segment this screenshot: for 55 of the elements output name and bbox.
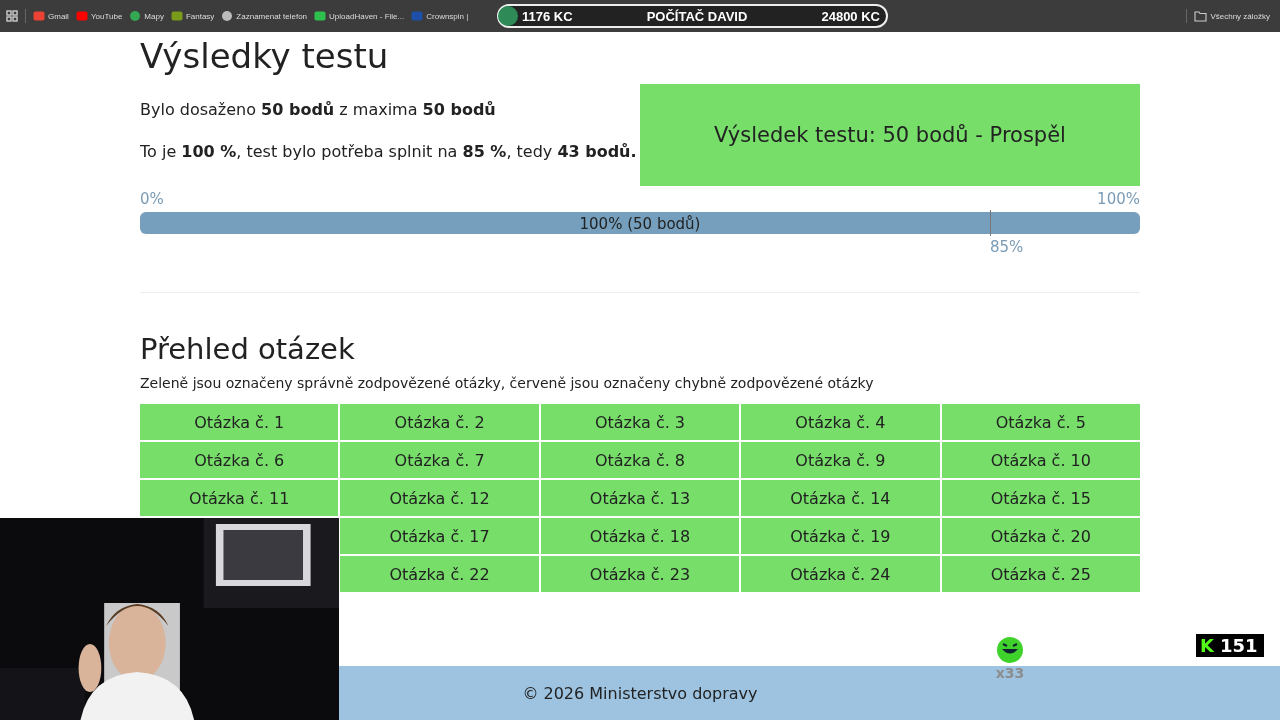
folder-icon bbox=[1194, 10, 1208, 22]
result-banner: Výsledek testu: 50 bodů - Prospěl bbox=[640, 84, 1140, 186]
question-link[interactable]: Otázka č. 19 bbox=[741, 518, 940, 554]
player-name: POČÍTAČ DAVID bbox=[645, 8, 749, 24]
question-link[interactable]: Otázka č. 6 bbox=[140, 442, 339, 478]
question-link[interactable]: Otázka č. 13 bbox=[540, 480, 740, 516]
bookmark-link[interactable]: Crownspin | bbox=[411, 10, 469, 22]
bookmark-link[interactable]: UploadHaven - File... bbox=[314, 10, 405, 22]
question-link[interactable]: Otázka č. 17 bbox=[340, 518, 539, 554]
question-link[interactable]: Otázka č. 15 bbox=[941, 480, 1140, 516]
site-icon bbox=[314, 10, 327, 22]
laughing-emote-icon bbox=[995, 636, 1025, 664]
threshold-label: 85% bbox=[990, 238, 1024, 256]
result-sentence: To je 100 %, test bylo potřeba splnit na 85 %, tedy 43 bodů. bbox=[140, 141, 637, 163]
question-link[interactable]: Otázka č. 2 bbox=[340, 404, 539, 440]
question-link[interactable]: Otázka č. 25 bbox=[941, 556, 1140, 592]
bookmark-link[interactable]: Mapy bbox=[129, 10, 164, 22]
avatar-dot bbox=[498, 6, 518, 26]
question-link[interactable]: Otázka č. 23 bbox=[540, 556, 740, 592]
progress-label: 100% (50 bodů) bbox=[578, 215, 702, 233]
score-text: 1176 KC bbox=[522, 8, 573, 24]
footer-text: © 2026 Ministerstvo dopravy bbox=[522, 683, 758, 703]
viewer-count: 151 bbox=[1219, 635, 1258, 656]
question-link[interactable]: Otázka č. 14 bbox=[741, 480, 940, 516]
scale-label: 100% bbox=[1097, 190, 1140, 208]
question-link[interactable]: Otázka č. 7 bbox=[340, 442, 539, 478]
question-link[interactable]: Otázka č. 5 bbox=[941, 404, 1140, 440]
score-text: 24800 KC bbox=[821, 8, 880, 24]
bookmark-link[interactable]: Fantasy bbox=[170, 10, 215, 22]
question-link[interactable]: Otázka č. 18 bbox=[540, 518, 740, 554]
question-link[interactable]: Otázka č. 9 bbox=[741, 442, 940, 478]
question-link[interactable]: Otázka č. 3 bbox=[540, 404, 740, 440]
globe-icon bbox=[221, 10, 234, 22]
question-link[interactable]: Otázka č. 8 bbox=[540, 442, 740, 478]
bookmark-link[interactable]: Gmail bbox=[33, 10, 69, 22]
page-heading: Výsledky testu bbox=[140, 36, 390, 76]
question-link[interactable]: Otázka č. 12 bbox=[340, 480, 539, 516]
result-sentence: Bylo dosaženo 50 bodů z maxima 50 bodů bbox=[140, 99, 497, 121]
emote-count: x33 bbox=[995, 665, 1025, 681]
question-link[interactable]: Otázka č. 24 bbox=[741, 556, 940, 592]
badge-logo: K bbox=[1200, 635, 1214, 656]
bookmark-link[interactable]: Zaznamenat telefon bbox=[221, 10, 308, 22]
all-bookmarks-link[interactable]: Všechny záložky bbox=[1194, 10, 1270, 22]
question-link[interactable]: Otázka č. 11 bbox=[140, 480, 339, 516]
section-heading: Přehled otázek bbox=[140, 331, 356, 367]
bookmark-link[interactable]: YouTube bbox=[75, 10, 123, 22]
question-link[interactable]: Otázka č. 10 bbox=[941, 442, 1140, 478]
question-link[interactable]: Otázka č. 4 bbox=[741, 404, 940, 440]
question-link[interactable]: Otázka č. 22 bbox=[340, 556, 539, 592]
site-icon bbox=[170, 10, 183, 22]
question-link[interactable]: Otázka č. 1 bbox=[140, 404, 339, 440]
question-link[interactable]: Otázka č. 20 bbox=[941, 518, 1140, 554]
apps-icon[interactable] bbox=[6, 10, 18, 22]
legend-text: Zeleně jsou označeny správně zodpovězené otázky, červeně jsou označeny chybně zodpovězené otázky bbox=[140, 375, 875, 391]
scale-label: 0% bbox=[140, 190, 164, 208]
